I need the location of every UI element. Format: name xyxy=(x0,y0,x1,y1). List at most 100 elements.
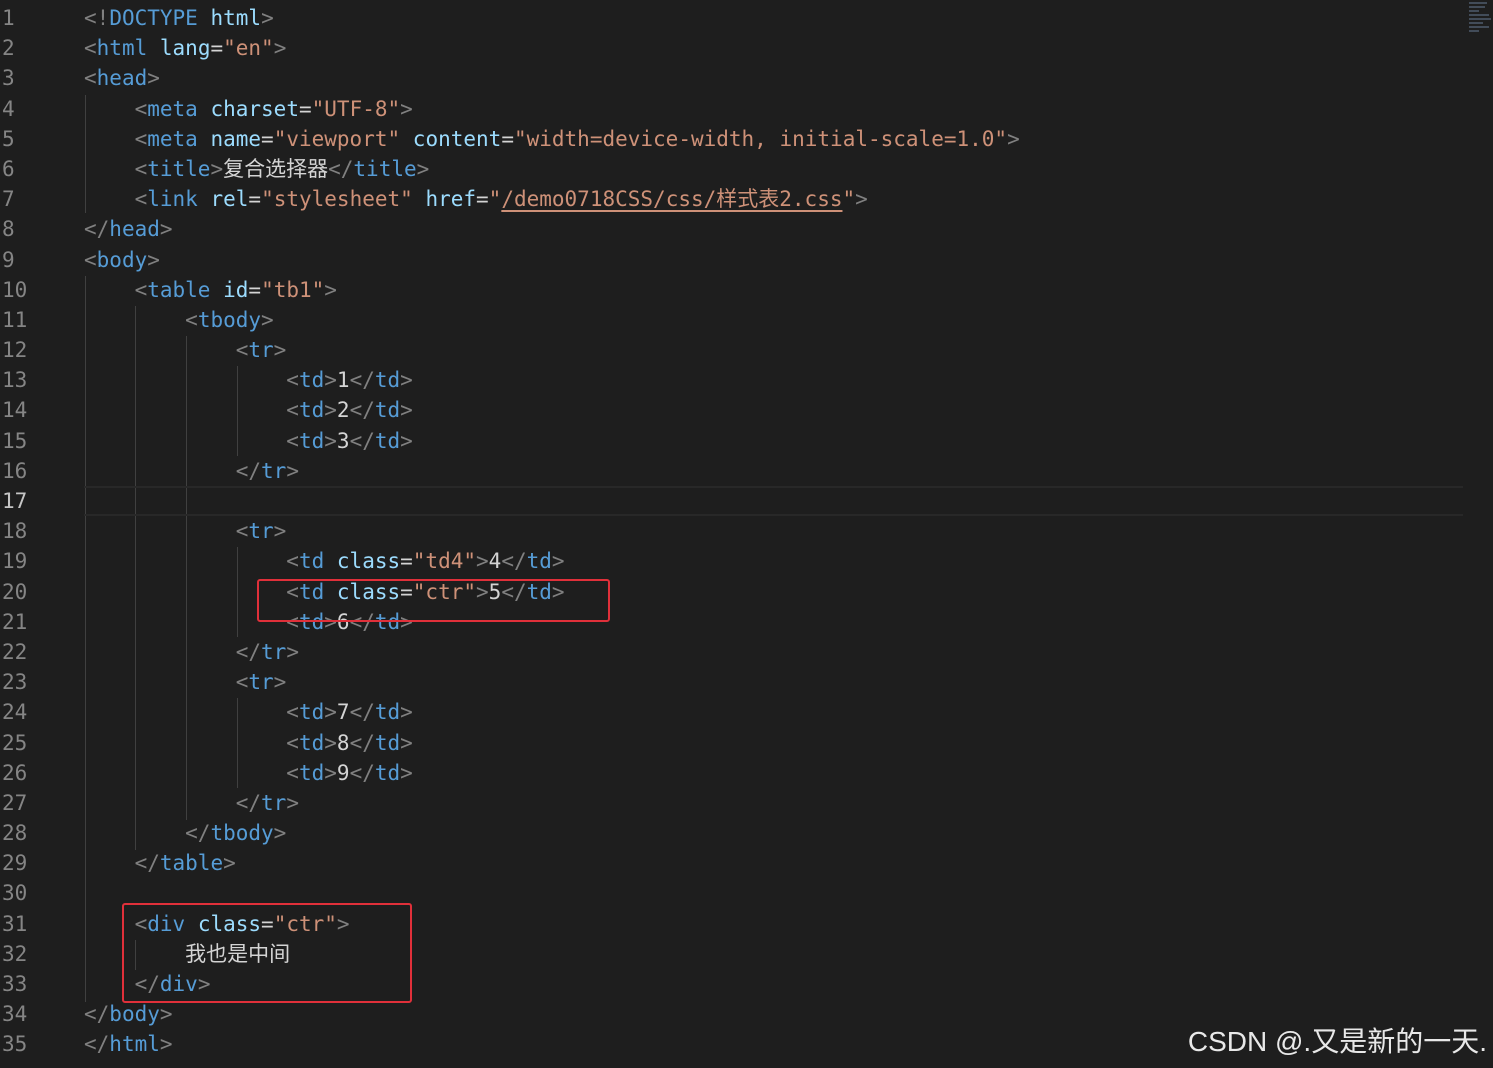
tag-name: td xyxy=(374,398,401,423)
line-number: 4 xyxy=(2,96,15,121)
attr-value: "stylesheet" xyxy=(261,187,413,212)
line-number: 17 xyxy=(2,489,28,513)
line-number: 19 xyxy=(2,549,28,574)
line-number: 33 xyxy=(2,972,28,996)
line-number: 1 xyxy=(2,6,15,30)
line-number: 21 xyxy=(2,609,28,634)
code-line-17-current[interactable] xyxy=(84,486,1463,517)
doctype-html: html xyxy=(210,6,262,30)
tag-name: td xyxy=(298,368,325,393)
line-number: 10 xyxy=(2,277,28,302)
tag-name: td xyxy=(374,428,401,453)
tag-name: html xyxy=(109,1032,160,1057)
doctype-keyword: DOCTYPE xyxy=(109,6,198,30)
code-line-4: <meta charset="UTF-8"> xyxy=(134,96,413,121)
line-number: 28 xyxy=(2,821,28,846)
tag-name: td xyxy=(298,549,325,574)
tag-name: tr xyxy=(261,790,287,815)
code-line-9: <body> xyxy=(84,247,160,272)
attr-value: "en" xyxy=(223,36,274,61)
code-line-6: <title>复合选择器</title> xyxy=(134,156,430,181)
attr-name: lang xyxy=(159,36,211,61)
code-line-3: <head> xyxy=(84,66,160,91)
tag-name: td xyxy=(298,398,325,423)
line-number: 2 xyxy=(2,36,15,61)
tag-name: td xyxy=(298,428,325,453)
line-number: 20 xyxy=(2,579,28,604)
code-line-16: </tr> xyxy=(235,458,299,483)
code-area[interactable]: <!DOCTYPE html> <html lang="en"> <head> … xyxy=(84,3,1463,1060)
line-number: 35 xyxy=(2,1032,28,1057)
text-content: 4 xyxy=(488,549,502,574)
line-number-gutter: 1 2 3 4 5 6 7 8 9 10 11 12 13 14 15 16 17 18 19 20 21 22 23 24 2… xyxy=(0,3,48,1060)
doctype-bang: ! xyxy=(96,6,110,30)
code-line-10: <table id="tb1"> xyxy=(134,277,337,302)
tag-name: td xyxy=(374,368,401,393)
attr-name: rel xyxy=(210,187,249,212)
tag-name: tr xyxy=(248,670,274,695)
code-line-19: <td class="td4">4</td> xyxy=(286,549,565,574)
code-line-18: <tr> xyxy=(235,519,287,544)
line-number: 34 xyxy=(2,1002,28,1027)
line-number: 32 xyxy=(2,941,28,966)
tag-name: tbody xyxy=(197,307,262,332)
text-content: 1 xyxy=(336,368,350,393)
line-number: 23 xyxy=(2,670,28,695)
code-editor[interactable]: 1 2 3 4 5 6 7 8 9 10 11 12 13 14 15 16 17 18 19 20 21 22 23 24 2… xyxy=(0,0,1493,1068)
line-number: 6 xyxy=(2,156,15,181)
tag-name: link xyxy=(147,187,198,212)
line-number: 11 xyxy=(2,307,28,332)
annotation-box-td-ctr xyxy=(257,579,610,622)
code-line-8: </head> xyxy=(84,217,173,242)
tag-name: td xyxy=(298,760,325,785)
code-line-27: </tr> xyxy=(235,790,299,815)
code-line-5: <meta name="viewport" content="width=dev… xyxy=(134,126,1020,151)
tag-name: head xyxy=(96,66,148,91)
tag-name: body xyxy=(96,247,148,272)
code-line-1: <!DOCTYPE html> xyxy=(84,6,274,30)
tag-name: tr xyxy=(248,338,274,363)
line-number: 22 xyxy=(2,639,28,664)
tag-name: table xyxy=(159,851,224,876)
line-number: 3 xyxy=(2,66,15,91)
attr-value: "td4" xyxy=(412,549,476,574)
tag-name: tr xyxy=(248,519,274,544)
line-number: 26 xyxy=(2,760,28,785)
line-number: 29 xyxy=(2,851,28,876)
watermark: CSDN @.又是新的一天. xyxy=(1187,1026,1487,1057)
quote: " xyxy=(842,187,856,212)
tag-name: tbody xyxy=(210,821,274,846)
minimap[interactable] xyxy=(1469,0,1493,150)
tag-name: tr xyxy=(261,458,287,483)
stylesheet-link[interactable]: /demo0718CSS/css/样式表2.css xyxy=(501,187,842,211)
tag-name: tr xyxy=(261,639,287,664)
text-content: 复合选择器 xyxy=(223,156,329,181)
tag-name: head xyxy=(109,217,160,242)
code-line-28: </tbody> xyxy=(185,821,287,846)
line-number: 24 xyxy=(2,700,28,725)
line-number: 27 xyxy=(2,790,28,815)
code-line-13: <td>1</td> xyxy=(286,368,413,393)
line-number: 12 xyxy=(2,338,28,363)
code-line-12: <tr> xyxy=(235,338,287,363)
line-number: 8 xyxy=(2,217,15,242)
line-number: 15 xyxy=(2,428,28,453)
line-number: 9 xyxy=(2,247,15,272)
tag-name: meta xyxy=(147,126,198,151)
code-line-25: <td>8</td> xyxy=(286,730,413,755)
tag-name: table xyxy=(147,277,211,302)
attr-name: class xyxy=(336,549,401,574)
tag-name: title xyxy=(353,156,417,181)
line-number: 5 xyxy=(2,126,15,151)
annotation-box-div-ctr xyxy=(122,903,412,1003)
tag-name: td xyxy=(374,700,401,725)
attr-name: href xyxy=(425,187,477,212)
code-line-22: </tr> xyxy=(235,639,299,664)
code-line-14: <td>2</td> xyxy=(286,398,413,423)
line-number: 31 xyxy=(2,911,28,936)
code-line-7: <link rel="stylesheet" href="/demo0718CS… xyxy=(134,187,868,212)
line-number: 14 xyxy=(2,398,28,423)
text-content: 3 xyxy=(336,428,350,453)
code-line-26: <td>9</td> xyxy=(286,760,413,785)
tag-name: html xyxy=(96,36,148,61)
